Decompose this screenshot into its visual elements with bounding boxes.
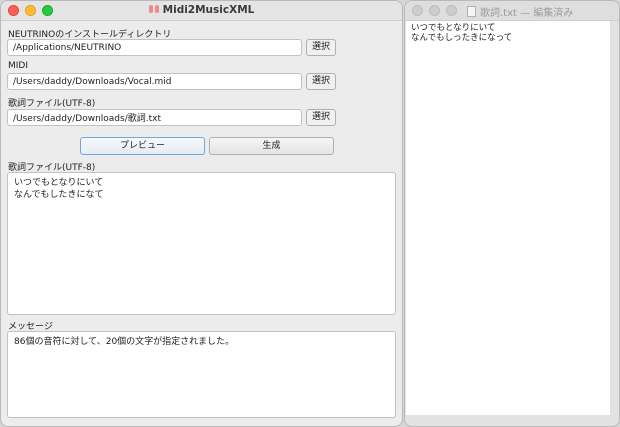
midi-select-button[interactable]: 選択	[306, 73, 336, 90]
neutrino-dir-input[interactable]	[7, 39, 302, 56]
neutrino-select-button[interactable]: 選択	[306, 39, 336, 56]
editor-minimize-button[interactable]	[429, 5, 440, 16]
editor-traffic-lights	[412, 5, 457, 16]
midi-label: MIDI	[8, 61, 29, 71]
window-title: Midi2MusicXML	[1, 4, 402, 16]
lyrics-path-input[interactable]	[7, 109, 302, 126]
app-icon	[148, 4, 159, 14]
editor-close-button[interactable]	[412, 5, 423, 16]
lyrics-file-label: 歌詞ファイル(UTF-8)	[8, 99, 96, 109]
main-titlebar[interactable]: Midi2MusicXML	[1, 1, 402, 21]
editor-title-text: 歌詞.txt — 編集済み	[480, 8, 574, 19]
midi-path-input[interactable]	[7, 73, 302, 90]
lyrics-preview-textarea[interactable]: いつでもとなりにいて なんでもしたきになて	[7, 172, 396, 315]
text-editor-window: 歌詞.txt — 編集済み いつでもとなりにいて なんでもしったきになって	[404, 0, 620, 427]
main-window: Midi2MusicXML NEUTRINOのインストールディレクトリ 選択 M…	[0, 0, 403, 427]
preview-button[interactable]: プレビュー	[80, 137, 205, 155]
document-icon	[467, 6, 476, 17]
window-title-text: Midi2MusicXML	[162, 4, 255, 16]
editor-text-content[interactable]: いつでもとなりにいて なんでもしったきになって	[406, 21, 610, 415]
lyrics-select-button[interactable]: 選択	[306, 109, 336, 126]
editor-title: 歌詞.txt — 編集済み	[467, 4, 573, 19]
generate-button[interactable]: 生成	[209, 137, 334, 155]
message-textarea[interactable]: 86個の音符に対して、20個の文字が指定されました。	[7, 331, 396, 418]
editor-zoom-button[interactable]	[446, 5, 457, 16]
editor-titlebar[interactable]: 歌詞.txt — 編集済み	[405, 1, 619, 21]
